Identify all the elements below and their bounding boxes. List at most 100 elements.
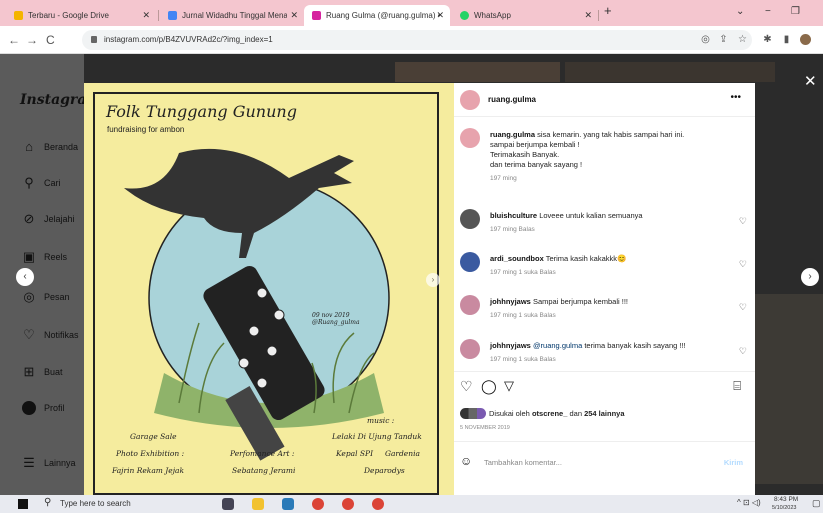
- plus-icon: ⊞: [23, 364, 35, 379]
- search-icon: ⚲: [24, 175, 34, 190]
- share-icon[interactable]: ▽: [504, 378, 514, 394]
- tab-search-icon[interactable]: ⌄: [736, 6, 744, 17]
- post-date: 5 NOVEMBER 2019: [460, 425, 510, 431]
- bookmark-star-icon[interactable]: ☆: [737, 34, 748, 45]
- like-comment-icon[interactable]: ♡: [739, 346, 747, 357]
- comment-icon[interactable]: ◯: [481, 378, 497, 395]
- system-tray-icons[interactable]: ^ ⊡ ◁): [737, 498, 761, 507]
- sidebar-item-cari[interactable]: ⚲ Cari: [22, 175, 60, 190]
- comment-box: [454, 441, 755, 442]
- reels-icon: ▣: [22, 249, 36, 264]
- tab-whatsapp[interactable]: WhatsApp ✕: [452, 5, 598, 26]
- maximize-button[interactable]: ❐: [791, 6, 800, 17]
- close-tab-icon[interactable]: ✕: [584, 10, 592, 21]
- sidebar-item-jelajahi[interactable]: ⊘ Jelajahi: [22, 212, 75, 226]
- like-comment-icon[interactable]: ♡: [739, 259, 747, 270]
- share-icon[interactable]: ⇪: [718, 34, 729, 45]
- whatsapp-icon: [460, 11, 469, 20]
- more-options-icon[interactable]: •••: [730, 92, 741, 103]
- comment-3: johhnyjaws Sampai berjumpa kembali !!! 1…: [490, 297, 628, 319]
- profile-avatar-icon[interactable]: [800, 34, 811, 45]
- close-tab-icon[interactable]: ✕: [290, 10, 298, 21]
- sidebar-item-beranda[interactable]: ⌂ Beranda: [22, 140, 78, 154]
- comment-avatar[interactable]: [460, 295, 480, 315]
- sidebar-item-reels[interactable]: ▣ Reels: [22, 250, 67, 264]
- comment-avatar[interactable]: [460, 339, 480, 359]
- like-comment-icon[interactable]: ♡: [739, 302, 747, 313]
- tab-label: Jurnal Widadhu Tinggal Menang: [182, 11, 287, 20]
- like-comment-icon[interactable]: ♡: [739, 216, 747, 227]
- author-username[interactable]: ruang.gulma: [488, 95, 536, 104]
- post-image: Folk Tunggang Gunung fundraising for amb…: [84, 83, 454, 507]
- address-bar-row: ← → C instagram.com/p/B4ZVUVRAd2c/?img_i…: [0, 26, 823, 54]
- task-view-icon[interactable]: [222, 498, 234, 510]
- sidebar-item-buat[interactable]: ⊞ Buat: [22, 365, 63, 379]
- back-icon[interactable]: ←: [8, 33, 20, 47]
- clock-time[interactable]: 8:43 PM: [774, 496, 798, 503]
- google-lens-icon[interactable]: ◎: [700, 34, 711, 45]
- comment-avatar[interactable]: [460, 252, 480, 272]
- comment-2: ardi_soundbox Terima kasih kakakkk😊 197 …: [490, 254, 627, 276]
- post-comment-button[interactable]: Kirim: [724, 458, 743, 467]
- comment-input[interactable]: Tambahkan komentar...: [484, 458, 562, 467]
- forward-icon[interactable]: →: [26, 33, 38, 47]
- poster-col3-line2: Kepal SPI Gardenia: [336, 449, 420, 458]
- poster-col3-line3: Deparodys: [364, 466, 405, 475]
- action-bar: [454, 371, 755, 372]
- liker-avatars: [460, 408, 486, 419]
- notification-icon[interactable]: ▢: [812, 498, 821, 509]
- poster-col3-line1: Lelaki Di Ujung Tanduk: [332, 432, 422, 441]
- docs-icon: [168, 11, 177, 20]
- poster-illustration: [124, 148, 390, 461]
- instagram-icon: [312, 11, 321, 20]
- chrome-icon[interactable]: [342, 498, 354, 510]
- sidebar-item-notifikasi[interactable]: ♡ Notifikas: [22, 327, 78, 342]
- close-tab-icon[interactable]: ✕: [142, 10, 150, 21]
- save-icon[interactable]: ⌸: [733, 378, 741, 394]
- next-image-button[interactable]: ›: [426, 273, 440, 287]
- caption-avatar[interactable]: [460, 128, 480, 148]
- comment-4: johhnyjaws @ruang.gulma terima banyak ka…: [490, 341, 686, 363]
- tab-bar: Terbaru - Google Drive ✕ Jurnal Widadhu …: [0, 0, 823, 26]
- menu-icon: ☰: [23, 455, 35, 470]
- tab-instagram[interactable]: Ruang Gulma (@ruang.gulma) • ✕: [304, 5, 450, 26]
- like-icon[interactable]: ♡: [460, 378, 473, 395]
- tab-label: WhatsApp: [474, 11, 511, 20]
- reload-icon[interactable]: C: [46, 33, 55, 47]
- close-tab-icon[interactable]: ✕: [436, 10, 444, 21]
- profile-icon: [22, 401, 36, 415]
- edge-icon[interactable]: [282, 498, 294, 510]
- close-modal-icon[interactable]: ✕: [804, 72, 817, 90]
- taskbar-search-box[interactable]: Type here to search: [60, 499, 131, 508]
- emoji-icon[interactable]: ☺: [460, 454, 472, 468]
- url-field[interactable]: instagram.com/p/B4ZVUVRAd2c/?img_index=1: [82, 30, 752, 50]
- next-post-button[interactable]: ›: [801, 268, 819, 286]
- extensions-icon[interactable]: ✱: [762, 34, 773, 45]
- chrome-icon[interactable]: [312, 498, 324, 510]
- comment-1: bluishculture Loveee untuk kalian semuan…: [490, 211, 643, 233]
- compass-icon: ⊘: [23, 211, 35, 226]
- caption: ruang.gulma sisa kemarin. yang tak habis…: [490, 130, 685, 182]
- sidebar-item-profil[interactable]: Profil: [22, 401, 65, 415]
- instagram-page: Instagram ⌂ Beranda ⚲ Cari ⊘ Jelajahi ▣ Reel…: [0, 54, 823, 507]
- comment-avatar[interactable]: [460, 209, 480, 229]
- file-explorer-icon[interactable]: [252, 498, 264, 510]
- post-details-panel: ruang.gulma ••• ruang.gulma sisa kemarin…: [454, 83, 755, 507]
- search-icon: ⚲: [44, 497, 52, 508]
- sidepanel-icon[interactable]: ▮: [781, 34, 792, 45]
- windows-start-icon[interactable]: [18, 499, 28, 509]
- poster-col2-line2: Sebatang Jerami: [232, 466, 296, 475]
- chrome-icon[interactable]: [372, 498, 384, 510]
- minimize-button[interactable]: −: [765, 6, 771, 17]
- tab-jurnal[interactable]: Jurnal Widadhu Tinggal Menang ✕: [160, 5, 304, 26]
- sidebar-item-lainnya[interactable]: ☰ Lainnya: [22, 455, 75, 470]
- new-tab-button[interactable]: +: [604, 3, 612, 18]
- drive-icon: [14, 11, 23, 20]
- prev-post-button[interactable]: ‹: [16, 268, 34, 286]
- tab-google-drive[interactable]: Terbaru - Google Drive ✕: [6, 5, 156, 26]
- poster-date: 09 nov 2019 @Ruang_gulma: [312, 312, 360, 326]
- heart-icon: ♡: [23, 327, 35, 342]
- sidebar-item-pesan[interactable]: ◎ Pesan: [22, 290, 69, 304]
- clock-date[interactable]: 5/10/2023: [772, 505, 796, 511]
- author-avatar[interactable]: [460, 90, 480, 110]
